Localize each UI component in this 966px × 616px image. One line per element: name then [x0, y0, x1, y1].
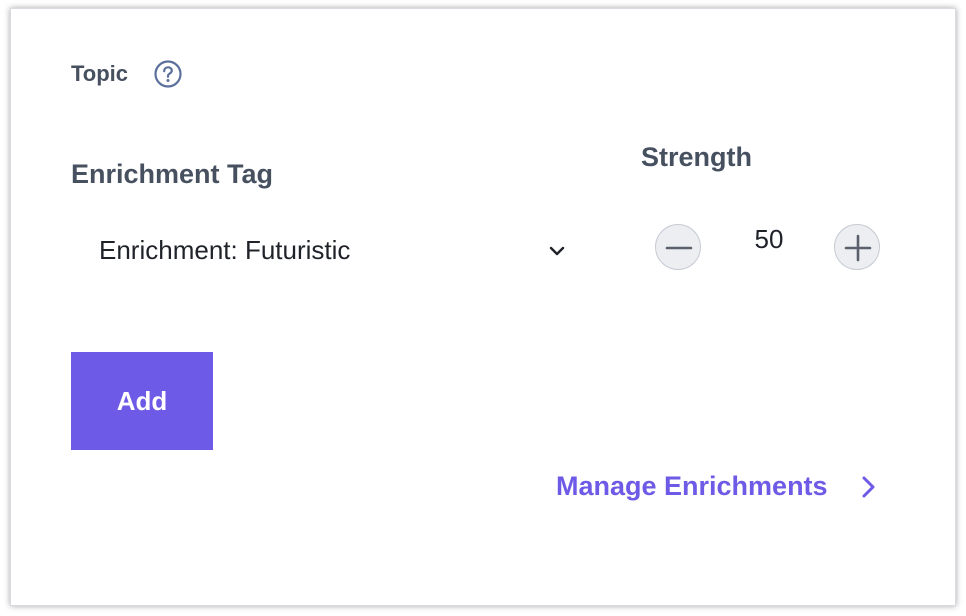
topic-label: Topic — [71, 61, 129, 86]
strength-label: Strength — [641, 142, 752, 172]
enrichment-card: Topic Enrichment Tag Strength Enrichment… — [10, 8, 956, 606]
chevron-right-icon — [858, 474, 878, 500]
enrichment-tag-label: Enrichment Tag — [71, 159, 274, 189]
question-circle-icon[interactable] — [153, 59, 183, 89]
decrement-button[interactable] — [655, 224, 701, 270]
add-button[interactable]: Add — [71, 352, 213, 450]
manage-enrichments-link[interactable]: Manage Enrichments — [556, 471, 878, 502]
enrichment-tag-select[interactable]: Enrichment: Futuristic — [91, 227, 581, 273]
chevron-down-icon — [547, 241, 567, 261]
strength-value: 50 — [754, 224, 784, 254]
manage-enrichments-label: Manage Enrichments — [556, 471, 828, 501]
increment-button[interactable] — [834, 224, 880, 270]
enrichment-tag-value: Enrichment: Futuristic — [99, 234, 351, 265]
